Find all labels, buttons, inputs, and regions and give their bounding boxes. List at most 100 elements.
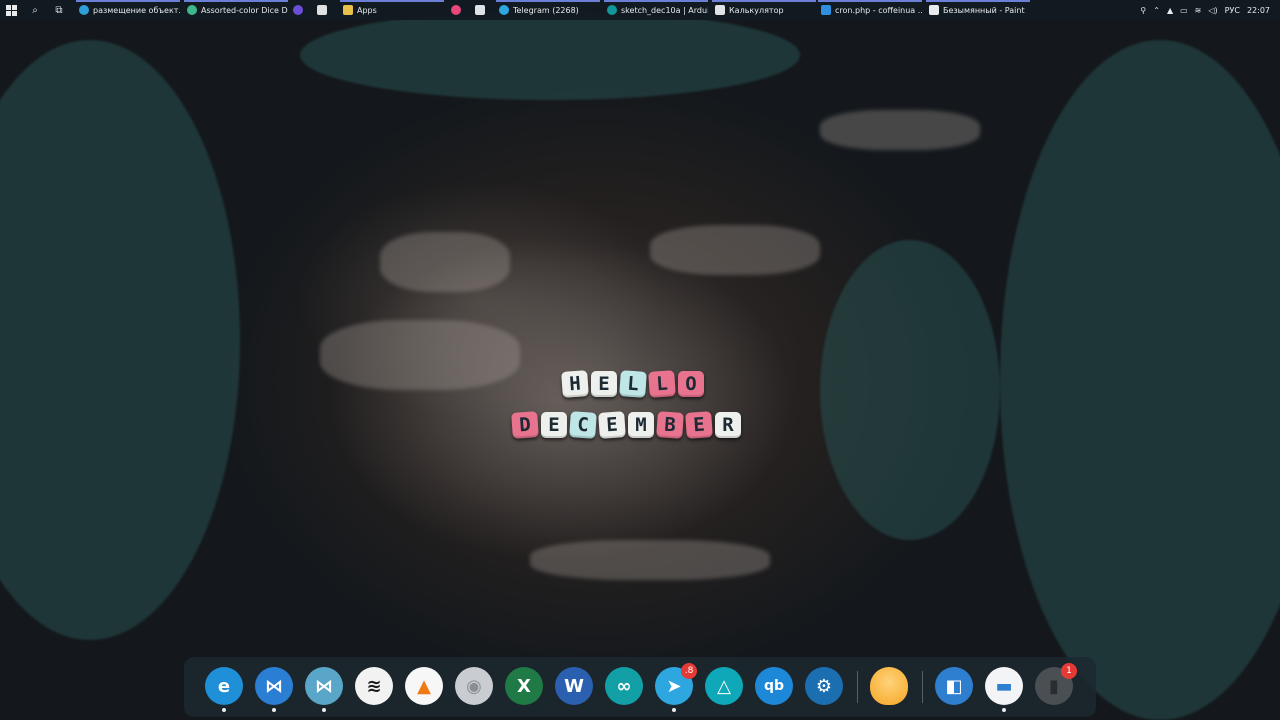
edge-icon	[79, 5, 89, 15]
search-button[interactable]: ⌕	[24, 0, 46, 20]
dock-item-steam[interactable]: ⚙	[805, 667, 843, 705]
store-icon	[317, 5, 327, 15]
network-icon[interactable]: ▲	[1167, 6, 1173, 15]
taskbar-item[interactable]: Безымянный - Paint	[926, 0, 1030, 20]
taskbar-item[interactable]: sketch_dec10a | Ardui...	[604, 0, 708, 20]
running-indicator	[272, 708, 276, 712]
chevron-up-icon[interactable]: ⌃	[1153, 6, 1160, 15]
telegram-icon: ➤	[666, 675, 682, 697]
paint-icon	[929, 5, 939, 15]
taskbar-item-label: sketch_dec10a | Ardui...	[621, 5, 708, 15]
battery-icon[interactable]: ▭	[1180, 6, 1188, 15]
taskbar-item[interactable]: cron.php - coffeinua ...	[818, 0, 922, 20]
dock-item-remote[interactable]: ◧	[935, 667, 973, 705]
language-indicator[interactable]: РУС	[1225, 6, 1240, 15]
taskbar-item-label: Telegram (2268)	[513, 5, 579, 15]
dock-item-edge[interactable]: e	[205, 667, 243, 712]
taskbar-item[interactable]	[472, 0, 492, 20]
dock-item-trash[interactable]: ▮ 1	[1035, 663, 1077, 705]
system-tray: ⚲ ⌃ ▲ ▭ ≋ ◁) РУС 22:07	[1140, 0, 1280, 20]
disc-icon: ◉	[466, 675, 482, 697]
app-icon	[293, 5, 303, 15]
letter-bead: E	[685, 411, 713, 439]
dock-item-affinity[interactable]: △	[705, 667, 743, 705]
steam-icon: ⚙	[815, 675, 833, 697]
dock-separator	[857, 671, 858, 703]
taskbar-item[interactable]: Telegram (2268)	[496, 0, 600, 20]
running-indicator	[672, 708, 676, 712]
dock-item-qbittorrent[interactable]: qb	[755, 667, 793, 705]
trash-icon: ▮	[1049, 675, 1059, 697]
excel-icon: X	[517, 675, 531, 697]
windows-icon	[5, 4, 17, 16]
taskbar-item[interactable]	[290, 0, 310, 20]
dock: e ⋈ ⋈ ≋ ▲ ◉ X W ∞ ➤ .8 △ qb ⚙ ◧ ▬ ▮ 1	[184, 657, 1096, 717]
bead-row-hello: HELLO	[561, 370, 704, 398]
task-view-icon: ⧉	[55, 4, 63, 16]
vscode-icon: ⋈	[265, 675, 283, 697]
wifi-icon[interactable]: ≋	[1195, 6, 1202, 15]
people-icon[interactable]: ⚲	[1140, 6, 1146, 15]
dock-item-files[interactable]: ▬	[985, 667, 1023, 712]
taskbar-item-label: cron.php - coffeinua ...	[835, 5, 922, 15]
taskbar-item-label: размещение объект...	[93, 5, 180, 15]
calculator-icon	[715, 5, 725, 15]
bead-message: HELLO DECEMBER	[0, 0, 1280, 720]
letter-bead: L	[648, 370, 676, 398]
taskbar-item-label: Apps	[357, 5, 377, 15]
visual-studio-icon: ⋈	[315, 675, 333, 697]
dock-item-bulb[interactable]	[870, 667, 908, 705]
running-indicator	[222, 708, 226, 712]
qbittorrent-icon: qb	[763, 678, 785, 694]
letter-bead: M	[628, 412, 654, 438]
running-indicator	[322, 708, 326, 712]
remote-icon: ◧	[945, 675, 963, 697]
taskbar-item-label: Assorted-color Dice D...	[201, 5, 288, 15]
taskbar-item[interactable]: Калькулятор	[712, 0, 816, 20]
taskbar: ⌕ ⧉ размещение объект... Assorted-color D…	[0, 0, 1280, 20]
folder-icon: ▬	[995, 675, 1013, 697]
taskbar-item[interactable]	[448, 0, 468, 20]
taskbar-item-label: Безымянный - Paint	[943, 5, 1025, 15]
start-button[interactable]	[0, 0, 22, 20]
mail-icon	[475, 5, 485, 15]
taskbar-item[interactable]: Apps	[340, 0, 444, 20]
dock-item-vscode[interactable]: ⋈	[255, 667, 293, 712]
letter-bead: O	[678, 371, 704, 397]
edge-icon: e	[217, 675, 231, 697]
letter-bead: B	[656, 411, 684, 439]
letter-bead: E	[591, 371, 617, 397]
taskbar-item[interactable]: размещение объект...	[76, 0, 180, 20]
dock-item-excel[interactable]: X	[505, 667, 543, 705]
dock-item-arduino[interactable]: ∞	[605, 667, 643, 705]
taskbar-item[interactable]	[314, 0, 334, 20]
taskbar-item-label: Калькулятор	[729, 5, 784, 15]
telegram-icon	[499, 5, 509, 15]
clock[interactable]: 22:07	[1247, 6, 1270, 15]
search-icon: ⌕	[32, 4, 38, 16]
letter-bead: E	[541, 412, 567, 438]
arduino-icon	[607, 5, 617, 15]
desktop-wallpaper: HELLO DECEMBER	[0, 0, 1280, 720]
app-icon	[451, 5, 461, 15]
dock-separator	[922, 671, 923, 703]
task-view-button[interactable]: ⧉	[48, 0, 70, 20]
dock-item-word[interactable]: W	[555, 667, 593, 705]
dock-item-disc[interactable]: ◉	[455, 667, 493, 705]
taskbar-item[interactable]: Assorted-color Dice D...	[184, 0, 288, 20]
dock-item-vlc[interactable]: ▲	[405, 667, 443, 705]
folder-icon	[343, 5, 353, 15]
notification-badge: .8	[681, 663, 697, 679]
dock-item-spotify[interactable]: ≋	[355, 667, 393, 705]
vlc-icon: ▲	[417, 675, 431, 697]
letter-bead: E	[598, 411, 626, 439]
notification-badge: 1	[1061, 663, 1077, 679]
dock-item-visual-studio[interactable]: ⋈	[305, 667, 343, 712]
volume-icon[interactable]: ◁)	[1208, 6, 1217, 15]
arduino-icon: ∞	[616, 675, 632, 697]
bead-row-december: DECEMBER	[511, 411, 741, 439]
dock-item-telegram[interactable]: ➤ .8	[655, 663, 697, 712]
spotify-icon: ≋	[366, 675, 382, 697]
letter-bead: C	[569, 411, 597, 439]
vscode-icon	[821, 5, 831, 15]
